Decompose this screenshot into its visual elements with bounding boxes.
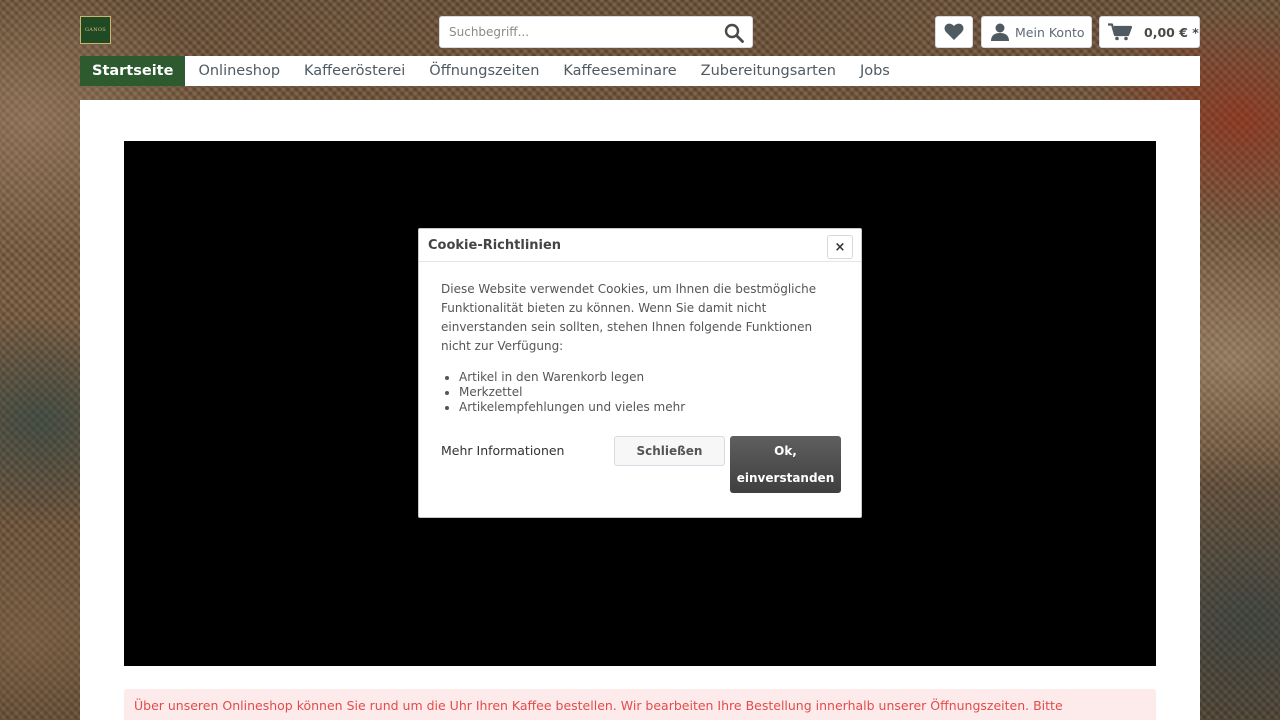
user-icon xyxy=(991,23,1009,41)
cookie-dialog: Cookie-Richtlinien × Diese Website verwe… xyxy=(418,228,862,518)
wishlist-button[interactable] xyxy=(935,16,973,48)
cookie-dialog-header: Cookie-Richtlinien xyxy=(419,229,861,262)
account-label: Mein Konto xyxy=(1015,24,1085,40)
cart-button[interactable]: 0,00 € * xyxy=(1099,16,1200,48)
close-button[interactable]: Schließen xyxy=(614,436,725,466)
logo[interactable]: GANOS xyxy=(80,16,111,44)
search-input[interactable] xyxy=(449,25,709,39)
list-item: Merkzettel xyxy=(459,385,839,400)
cookie-feature-list: Artikel in den Warenkorb legen Merkzette… xyxy=(459,370,839,415)
cart-icon xyxy=(1108,23,1132,41)
accept-cookies-button[interactable]: Ok, einverstanden xyxy=(730,436,841,493)
nav-item-kaffeeseminare[interactable]: Kaffeeseminare xyxy=(551,56,688,86)
cookie-dialog-body: Diese Website verwendet Cookies, um Ihne… xyxy=(419,262,861,415)
cookie-dialog-actions: Mehr Informationen Schließen Ok, einvers… xyxy=(441,436,841,494)
search-bar xyxy=(439,16,753,48)
nav-item-kaffeeroesterei[interactable]: Kaffeerösterei xyxy=(292,56,417,86)
nav-item-oeffnungszeiten[interactable]: Öffnungszeiten xyxy=(417,56,551,86)
cookie-dialog-title: Cookie-Richtlinien xyxy=(428,237,562,253)
main-navigation: Startseite Onlineshop Kaffeerösterei Öff… xyxy=(80,56,1200,86)
search-icon[interactable] xyxy=(724,23,744,43)
cart-total: 0,00 € * xyxy=(1144,24,1199,40)
list-item: Artikel in den Warenkorb legen xyxy=(459,370,839,385)
nav-item-startseite[interactable]: Startseite xyxy=(80,56,186,86)
cookie-dialog-text: Diese Website verwendet Cookies, um Ihne… xyxy=(441,282,817,353)
nav-item-onlineshop[interactable]: Onlineshop xyxy=(186,56,292,86)
account-button[interactable]: Mein Konto xyxy=(981,16,1092,48)
logo-text: GANOS xyxy=(84,27,106,33)
nav-item-jobs[interactable]: Jobs xyxy=(848,56,902,86)
list-item: Artikelempfehlungen und vieles mehr xyxy=(459,400,839,415)
close-icon[interactable]: × xyxy=(827,235,853,259)
opening-hours-notice: Über unseren Onlineshop können Sie rund … xyxy=(124,689,1156,720)
nav-item-zubereitungsarten[interactable]: Zubereitungsarten xyxy=(689,56,848,86)
heart-icon xyxy=(944,23,964,40)
more-info-link[interactable]: Mehr Informationen xyxy=(441,443,564,458)
